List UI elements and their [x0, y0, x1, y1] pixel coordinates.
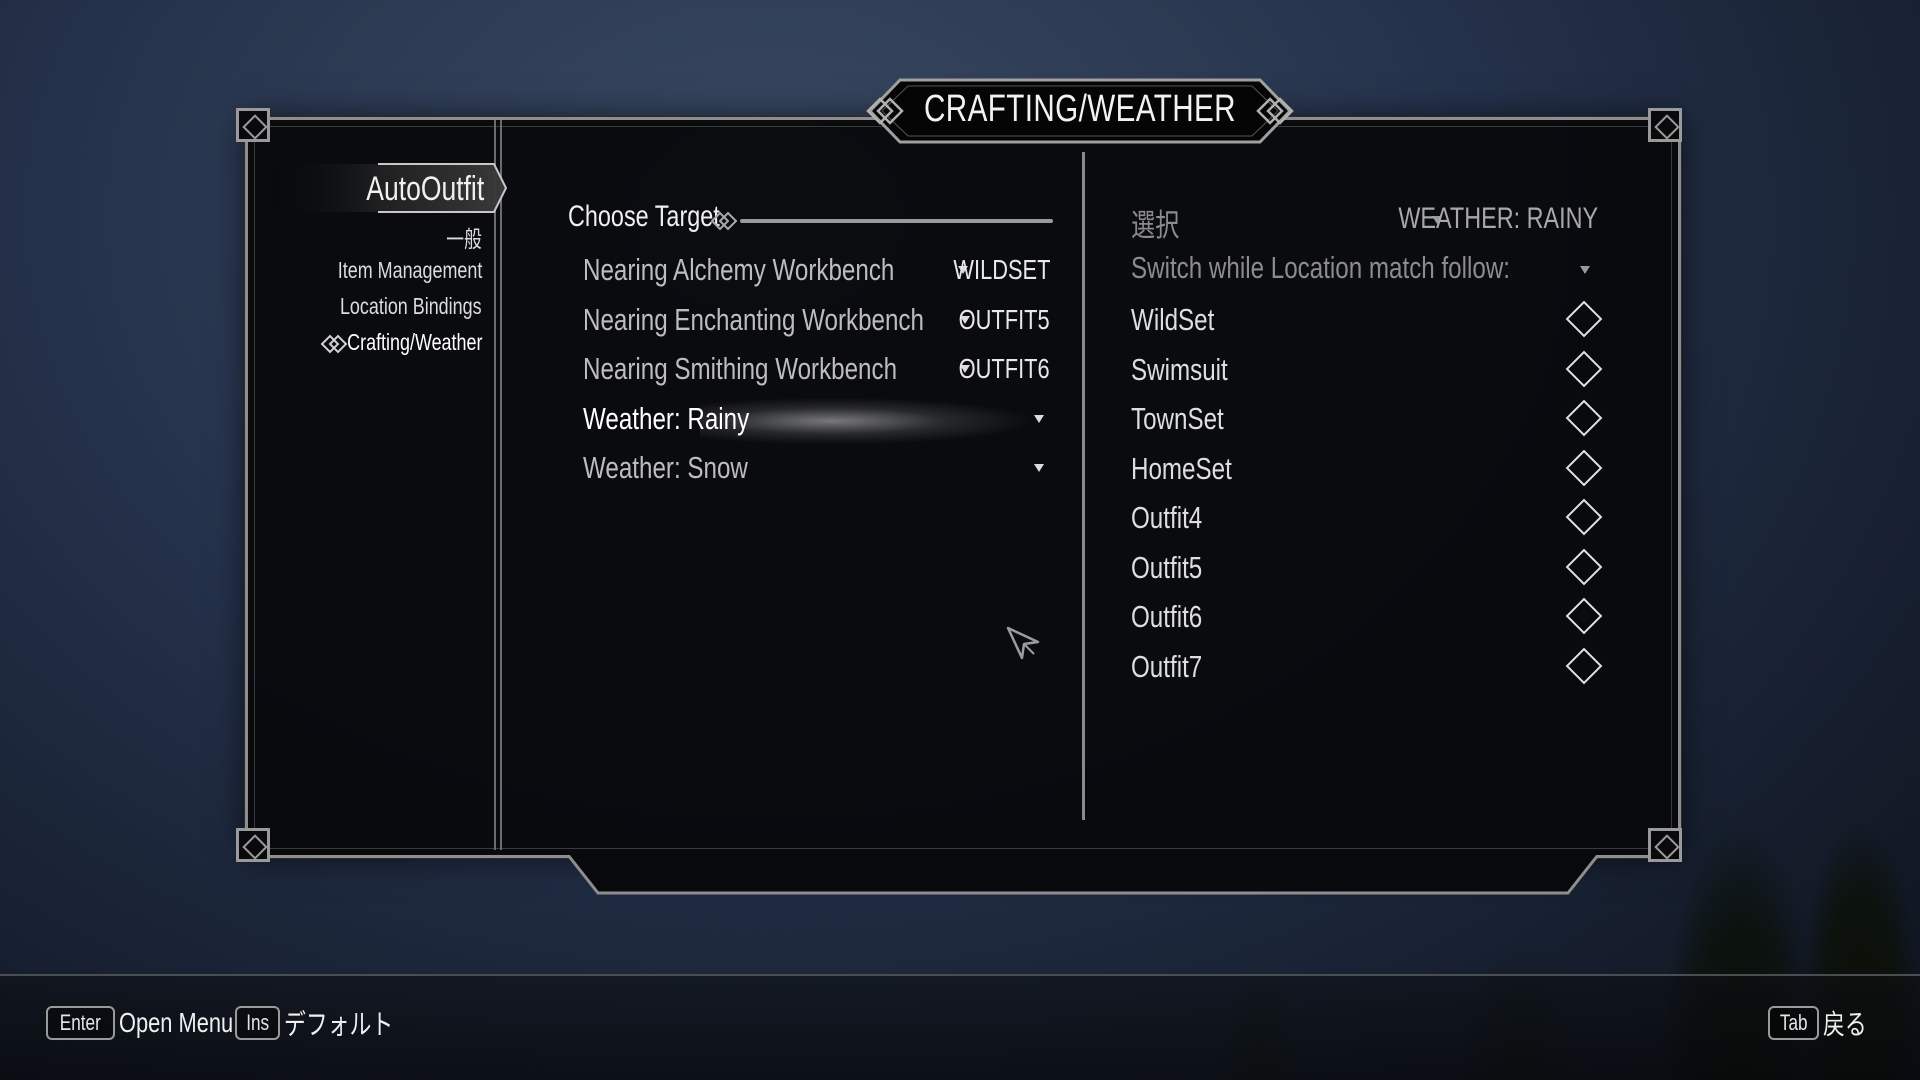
mouse-cursor-icon	[1006, 626, 1040, 660]
checkbox-icon[interactable]	[1565, 548, 1603, 586]
checkbox-icon[interactable]	[1565, 647, 1603, 685]
hint-label: デフォルト	[284, 1009, 394, 1040]
checkbox-icon[interactable]	[1565, 399, 1603, 437]
outfit-label: Outfit4	[1131, 500, 1203, 535]
checkbox-icon[interactable]	[1565, 498, 1603, 536]
corner-ornament-bl	[236, 828, 270, 862]
option-value: OUTFIT6	[958, 353, 1050, 384]
outfit-toggle-outfit6[interactable]: Outfit6	[1131, 597, 1603, 641]
dropdown-arrow-icon	[1034, 464, 1044, 472]
option-row-alchemy[interactable]: Nearing Alchemy Workbench WILDSET	[583, 248, 1053, 292]
checkbox-icon[interactable]	[1565, 300, 1603, 338]
outfit-toggle-townset[interactable]: TownSet	[1131, 399, 1603, 443]
header-divider-line	[740, 219, 1053, 223]
hint-label: 戻る	[1823, 1009, 1868, 1040]
enter-key-icon: Enter	[46, 1006, 115, 1040]
outfit-toggle-outfit4[interactable]: Outfit4	[1131, 498, 1603, 542]
checkbox-icon[interactable]	[1565, 597, 1603, 635]
option-value: OUTFIT5	[958, 304, 1050, 335]
corner-ornament-br	[1648, 828, 1682, 862]
panel-bottom-tab	[568, 855, 1598, 895]
outfit-toggle-homeset[interactable]: HomeSet	[1131, 449, 1603, 493]
outfit-toggle-outfit5[interactable]: Outfit5	[1131, 548, 1603, 592]
select-value[interactable]: WEATHER: RAINY	[1342, 202, 1598, 236]
outfit-toggle-outfit7[interactable]: Outfit7	[1131, 647, 1603, 691]
outfit-label: Swimsuit	[1131, 352, 1228, 387]
outfit-toggle-swimsuit[interactable]: Swimsuit	[1131, 350, 1603, 394]
option-row-smithing[interactable]: Nearing Smithing Workbench OUTFIT6	[583, 347, 1053, 391]
corner-ornament-tl	[236, 108, 270, 142]
option-value: WILDSET	[952, 254, 1050, 285]
option-label: Weather: Snow	[583, 450, 748, 485]
option-label: Weather: Rainy	[583, 401, 750, 436]
option-row-weather-snow[interactable]: Weather: Snow	[583, 446, 1053, 490]
outfit-label: WildSet	[1131, 302, 1215, 337]
select-label: 選択	[1131, 208, 1180, 243]
option-row-enchanting[interactable]: Nearing Enchanting Workbench OUTFIT5	[583, 298, 1053, 342]
switch-label[interactable]: Switch while Location match follow:	[1131, 250, 1617, 286]
option-label: Nearing Smithing Workbench	[583, 351, 898, 386]
sidebar-item-location-bindings[interactable]: Location Bindings	[300, 293, 482, 320]
outfit-label: Outfit5	[1131, 550, 1203, 585]
sidebar-item-item-management[interactable]: Item Management	[297, 257, 482, 284]
hint-back[interactable]: Tab 戻る	[1768, 1005, 1880, 1041]
mod-tab-label: AutoOutfit	[366, 170, 484, 208]
ins-key-icon: Ins	[235, 1006, 281, 1040]
outfit-label: Outfit7	[1131, 649, 1203, 684]
corner-ornament-tr	[1648, 108, 1682, 142]
option-row-weather-rainy[interactable]: Weather: Rainy	[583, 397, 1053, 441]
checkbox-icon[interactable]	[1565, 350, 1603, 388]
header-knot-icon	[710, 211, 738, 231]
outfit-label: TownSet	[1131, 401, 1224, 436]
option-label: Nearing Alchemy Workbench	[583, 252, 895, 287]
dropdown-arrow-icon	[1034, 415, 1044, 423]
checkbox-icon[interactable]	[1565, 449, 1603, 487]
title-plate: CRAFTING/WEATHER	[860, 78, 1300, 144]
outfit-label: HomeSet	[1131, 451, 1232, 486]
tab-key-icon: Tab	[1768, 1006, 1820, 1040]
dropdown-arrow-icon	[1580, 266, 1590, 274]
outfit-toggle-wildset[interactable]: WildSet	[1131, 300, 1603, 344]
sidebar-item-general[interactable]: 一般	[436, 220, 482, 254]
page-title: CRAFTING/WEATHER	[924, 88, 1236, 130]
outfit-label: Outfit6	[1131, 599, 1203, 634]
active-page-knot-icon	[320, 334, 348, 354]
mod-tab-autooutfit[interactable]: AutoOutfit	[258, 162, 508, 214]
hint-default[interactable]: Ins デフォルト	[235, 1005, 424, 1041]
column-divider	[1082, 152, 1085, 820]
hint-open-menu[interactable]: Enter Open Menu	[46, 1005, 265, 1041]
sidebar-divider	[494, 120, 502, 850]
